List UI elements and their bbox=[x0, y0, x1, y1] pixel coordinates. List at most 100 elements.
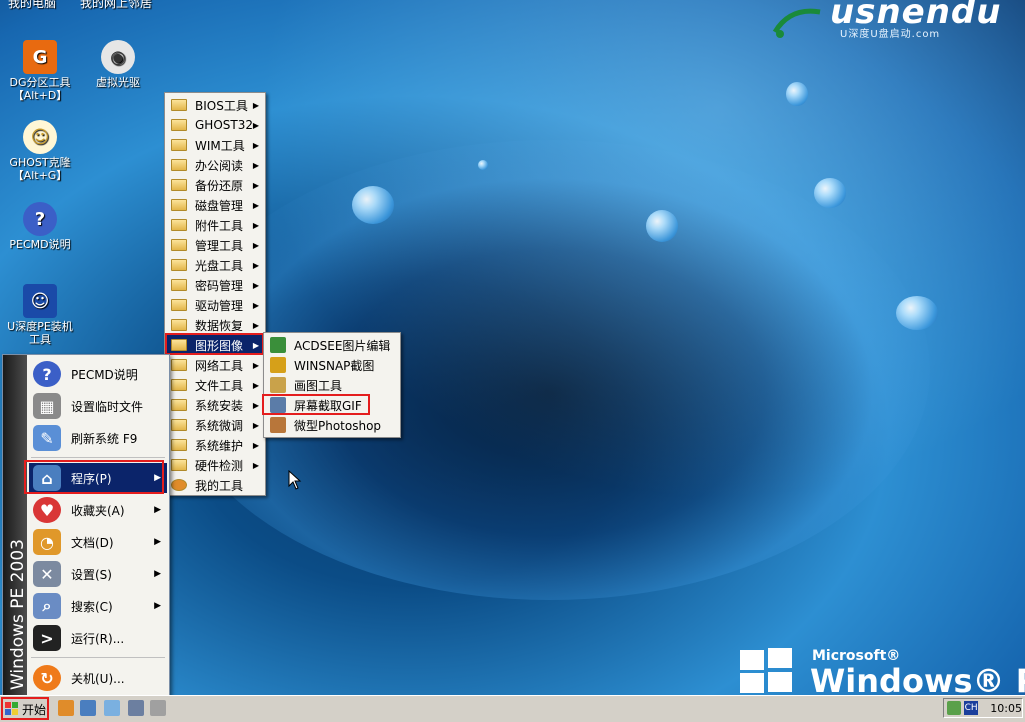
programs-menu-item[interactable]: 磁盘管理 ▶ bbox=[167, 195, 263, 215]
programs-menu-item[interactable]: 数据恢复 ▶ bbox=[167, 315, 263, 335]
programs-menu-item[interactable]: 办公阅读 ▶ bbox=[167, 155, 263, 175]
arrow-right-icon: ▶ bbox=[252, 300, 259, 310]
help-icon: ? bbox=[33, 361, 61, 387]
graphics-menu-item-acdsee[interactable]: ACDSEE图片编辑 bbox=[266, 335, 398, 355]
quicklaunch-desktop-icon[interactable] bbox=[104, 700, 120, 716]
programs-menu-item[interactable]: 系统安装 ▶ bbox=[167, 395, 263, 415]
desktop-icon-pe-installer[interactable]: ☺ U深度PE装机 工具 bbox=[2, 284, 78, 346]
water-drop bbox=[478, 160, 488, 170]
quicklaunch-folder-icon[interactable] bbox=[58, 700, 74, 716]
programs-menu-item[interactable]: 密码管理 ▶ bbox=[167, 275, 263, 295]
programs-menu: BIOS工具 ▶ GHOST32 ▶ WIM工具 ▶ 办公阅读 ▶ 备份还原 ▶ 磁盘管理… bbox=[164, 92, 266, 496]
folder-icon bbox=[171, 119, 187, 131]
desktop-icon-ghost[interactable]: ☺ GHOST克隆 【Alt+G】 bbox=[2, 120, 78, 182]
desktop-label-my-computer[interactable]: 我的电脑 bbox=[8, 0, 56, 11]
water-drop bbox=[646, 210, 678, 242]
folder-icon bbox=[171, 319, 187, 331]
desktop-icon-pecmd[interactable]: ? PECMD说明 bbox=[2, 202, 78, 251]
arrow-right-icon: ▶ bbox=[252, 320, 259, 330]
start-menu-separator bbox=[31, 457, 165, 458]
highlight-box bbox=[165, 333, 264, 355]
desktop-icon-label: PECMD说明 bbox=[9, 238, 71, 251]
start-menu-separator bbox=[31, 657, 165, 658]
folder-icon bbox=[171, 379, 187, 391]
graphics-menu: ACDSEE图片编辑 WINSNAP截图 画图工具 屏幕截取GIF 微型Phot… bbox=[263, 332, 401, 438]
arrow-right-icon: ▶ bbox=[252, 400, 259, 410]
start-item-temp-files[interactable]: ▦ 设置临时文件 bbox=[29, 391, 167, 421]
arrow-right-icon: ▶ bbox=[252, 380, 259, 390]
programs-menu-item-my-tools[interactable]: 我的工具 bbox=[167, 475, 263, 495]
arrow-right-icon: ▶ bbox=[154, 601, 161, 611]
programs-menu-item[interactable]: BIOS工具 ▶ bbox=[167, 95, 263, 115]
help-icon: ? bbox=[23, 202, 57, 236]
folder-icon bbox=[171, 259, 187, 271]
programs-menu-item[interactable]: 系统微调 ▶ bbox=[167, 415, 263, 435]
folder-icon bbox=[171, 279, 187, 291]
input-language-indicator[interactable]: CH bbox=[964, 701, 979, 715]
arrow-right-icon: ▶ bbox=[252, 120, 259, 130]
arrow-right-icon: ▶ bbox=[252, 260, 259, 270]
arrow-right-icon: ▶ bbox=[252, 160, 259, 170]
water-drop bbox=[896, 296, 938, 330]
programs-menu-item[interactable]: GHOST32 ▶ bbox=[167, 115, 263, 135]
programs-menu-item[interactable]: 网络工具 ▶ bbox=[167, 355, 263, 375]
programs-menu-item[interactable]: 光盘工具 ▶ bbox=[167, 255, 263, 275]
graphics-menu-item-paint[interactable]: 画图工具 bbox=[266, 375, 398, 395]
graphics-menu-item-photoshop[interactable]: 微型Photoshop bbox=[266, 415, 398, 435]
desktop-label-network[interactable]: 我的网上邻居 bbox=[80, 0, 152, 11]
programs-menu-item[interactable]: 硬件检测 ▶ bbox=[167, 455, 263, 475]
quicklaunch-explorer-icon[interactable] bbox=[80, 700, 96, 716]
start-item-run[interactable]: > 运行(R)... bbox=[29, 623, 167, 653]
folder-icon bbox=[171, 419, 187, 431]
tools-icon bbox=[171, 479, 187, 491]
arrow-right-icon: ▶ bbox=[154, 569, 161, 579]
arrow-right-icon: ▶ bbox=[252, 460, 259, 470]
pe-installer-icon: ☺ bbox=[23, 284, 57, 318]
programs-menu-item[interactable]: 附件工具 ▶ bbox=[167, 215, 263, 235]
quicklaunch-tool-icon[interactable] bbox=[128, 700, 144, 716]
arrow-right-icon: ▶ bbox=[252, 220, 259, 230]
programs-menu-item[interactable]: 管理工具 ▶ bbox=[167, 235, 263, 255]
arrow-right-icon: ▶ bbox=[154, 537, 161, 547]
folder-icon bbox=[171, 159, 187, 171]
start-item-documents[interactable]: ◔ 文档(D) ▶ bbox=[29, 527, 167, 557]
start-item-pecmd[interactable]: ? PECMD说明 bbox=[29, 359, 167, 389]
start-item-favorites[interactable]: ♥ 收藏夹(A) ▶ bbox=[29, 495, 167, 525]
start-item-search[interactable]: ⌕ 搜索(C) ▶ bbox=[29, 591, 167, 621]
start-item-shutdown[interactable]: ↻ 关机(U)... bbox=[29, 663, 167, 693]
folder-icon bbox=[171, 299, 187, 311]
brand-subtitle: U深度U盘启动.com bbox=[840, 29, 941, 40]
highlight-box bbox=[1, 697, 49, 720]
desktop-icon-dg-partition[interactable]: G DG分区工具 【Alt+D】 bbox=[2, 40, 78, 102]
folder-icon bbox=[171, 399, 187, 411]
start-menu-band-text: Windows PE 2003 bbox=[8, 539, 28, 690]
folder-icon bbox=[171, 439, 187, 451]
water-drop bbox=[786, 82, 808, 106]
programs-menu-item[interactable]: 备份还原 ▶ bbox=[167, 175, 263, 195]
windows-pe-logo: Microsoft® Windows® PE bbox=[740, 648, 1025, 700]
paint-icon bbox=[270, 377, 286, 393]
programs-menu-item[interactable]: 文件工具 ▶ bbox=[167, 375, 263, 395]
photoshop-icon bbox=[270, 417, 286, 433]
folder-icon bbox=[171, 99, 187, 111]
programs-menu-item[interactable]: 驱动管理 ▶ bbox=[167, 295, 263, 315]
desktop-icon-virtual-drive[interactable]: ◉ 虚拟光驱 bbox=[80, 40, 156, 89]
programs-menu-item[interactable]: 系统维护 ▶ bbox=[167, 435, 263, 455]
virtual-drive-icon: ◉ bbox=[101, 40, 135, 74]
start-item-refresh[interactable]: ✎ 刷新系统 F9 bbox=[29, 423, 167, 453]
arrow-right-icon: ▶ bbox=[252, 360, 259, 370]
folder-icon bbox=[171, 199, 187, 211]
start-item-settings[interactable]: ✕ 设置(S) ▶ bbox=[29, 559, 167, 589]
brand-logo: usnendu U深度U盘启动.com bbox=[770, 0, 1010, 40]
quicklaunch-eraser-icon[interactable] bbox=[150, 700, 166, 716]
folder-icon bbox=[171, 139, 187, 151]
start-menu: Windows PE 2003 ? PECMD说明 ▦ 设置临时文件 ✎ 刷新系统 F… bbox=[2, 354, 170, 696]
desktop-icon-label: U深度PE装机 bbox=[7, 320, 73, 333]
arrow-right-icon: ▶ bbox=[252, 280, 259, 290]
search-icon: ⌕ bbox=[33, 593, 61, 619]
settings-icon: ✕ bbox=[33, 561, 61, 587]
graphics-menu-item-winsnap[interactable]: WINSNAP截图 bbox=[266, 355, 398, 375]
tray-network-icon[interactable] bbox=[947, 701, 961, 715]
clock[interactable]: 10:05 bbox=[990, 702, 1022, 715]
programs-menu-item[interactable]: WIM工具 ▶ bbox=[167, 135, 263, 155]
